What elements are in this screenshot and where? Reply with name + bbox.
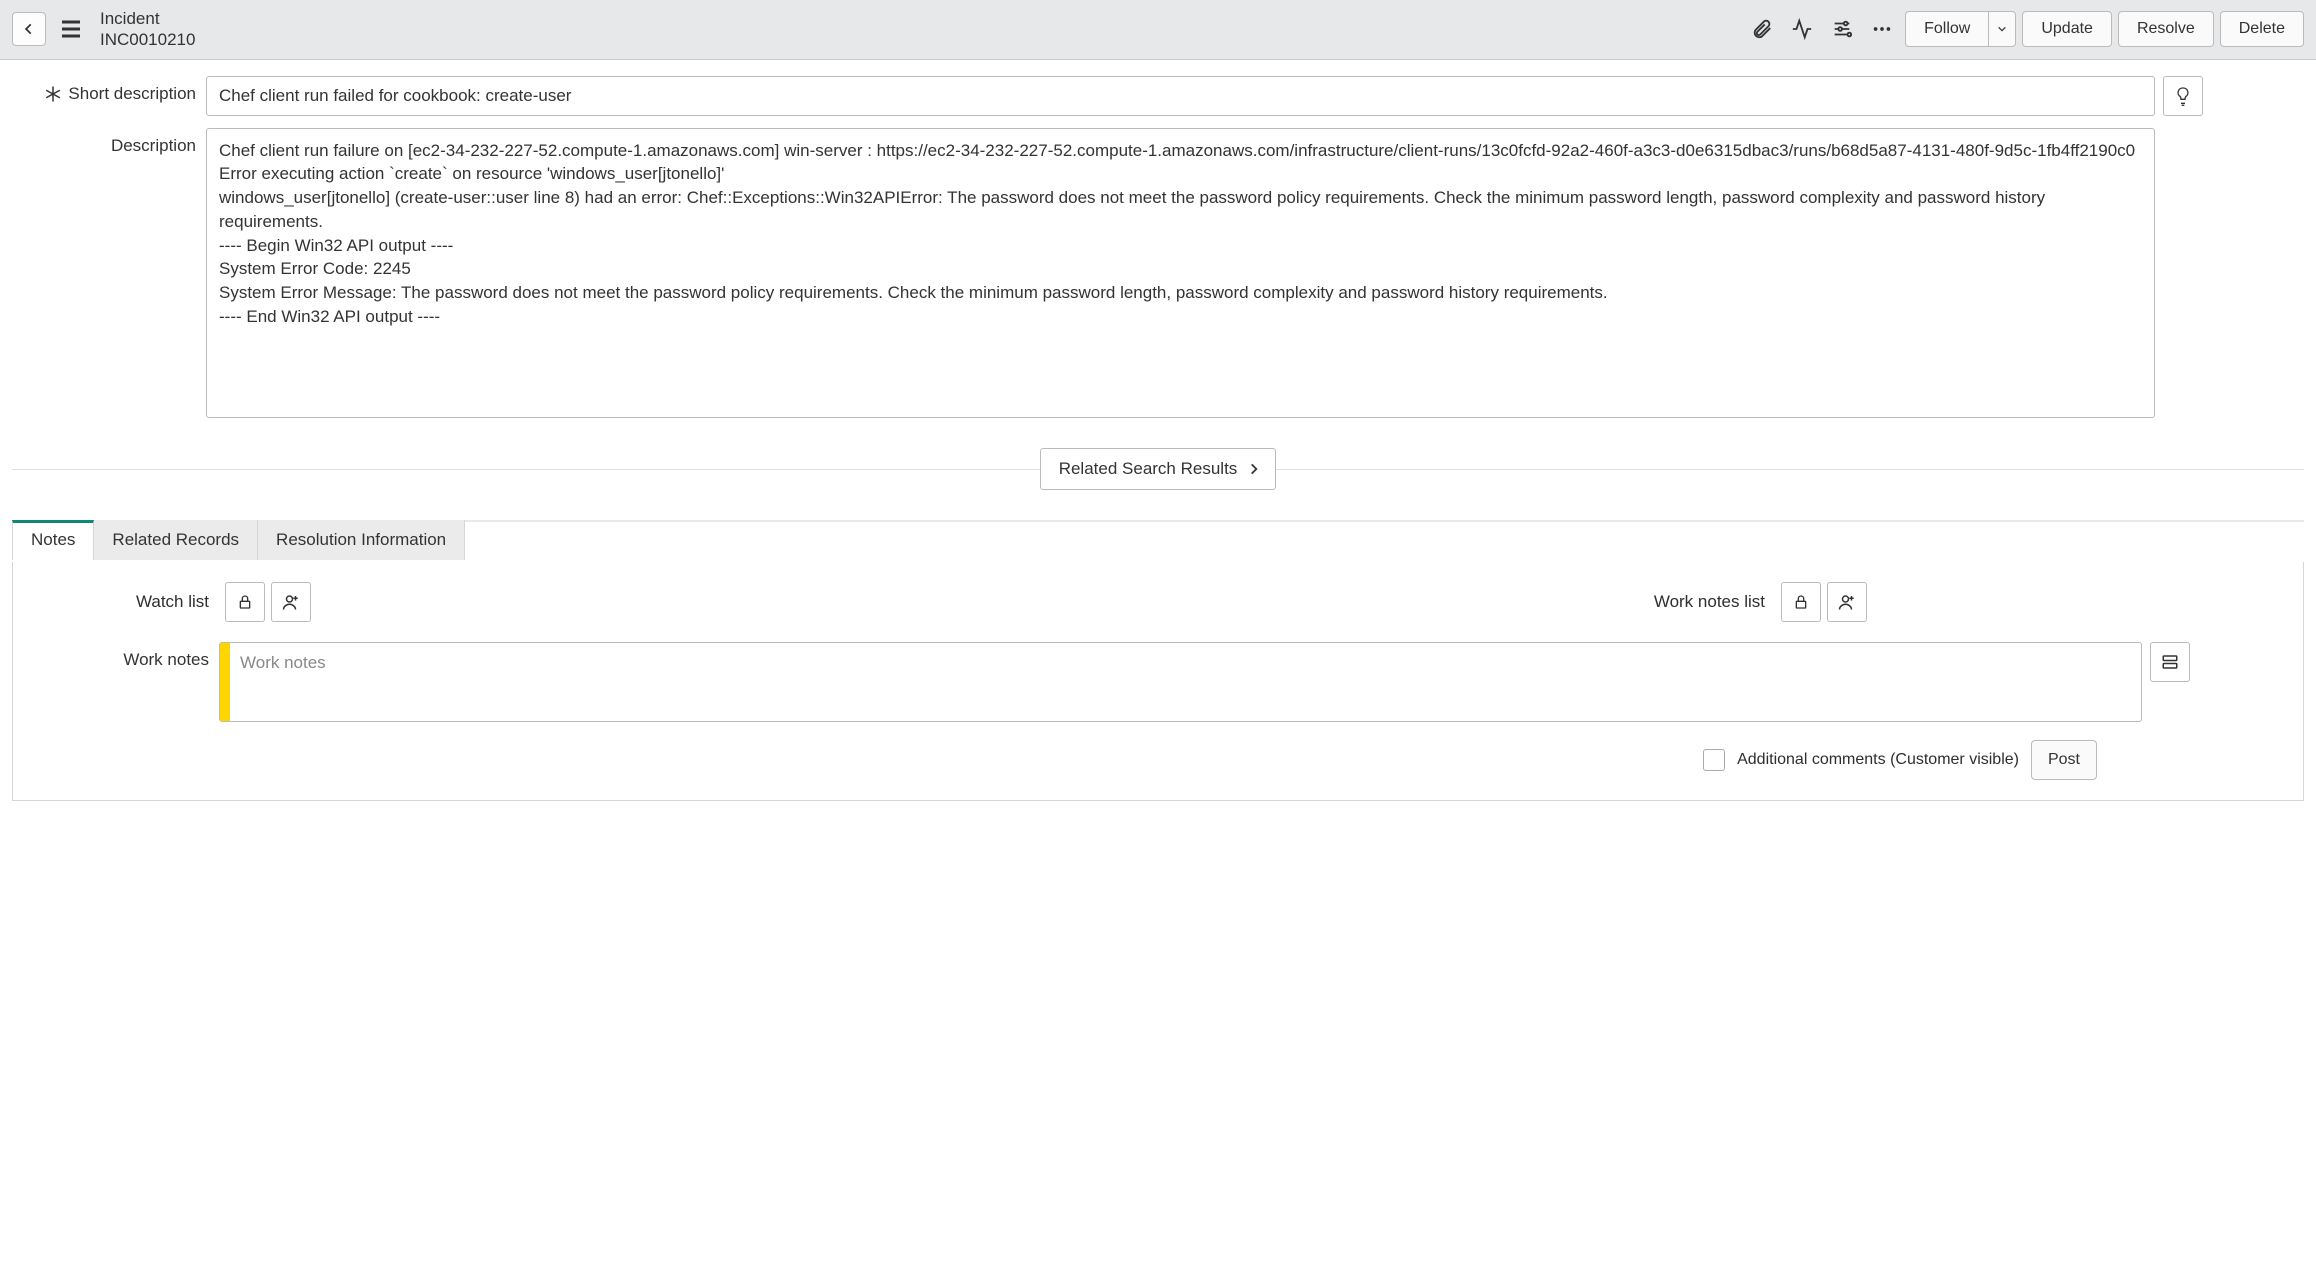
additional-comments-label: Additional comments (Customer visible) [1737, 751, 2019, 769]
chevron-right-icon [1247, 462, 1261, 476]
paperclip-icon [1751, 18, 1773, 40]
watch-list-label: Watch list [19, 592, 219, 612]
short-description-input[interactable] [206, 76, 2155, 116]
back-button[interactable] [12, 12, 46, 46]
watch-list-col: Watch list [19, 582, 1148, 622]
menu-button[interactable] [54, 12, 88, 46]
work-notes-list-label: Work notes list [1168, 592, 1775, 612]
required-icon [44, 85, 62, 103]
tab-resolution-information[interactable]: Resolution Information [258, 520, 465, 560]
add-person-icon [1838, 593, 1856, 611]
more-button[interactable] [1865, 12, 1899, 46]
work-notes-list-lock-button[interactable] [1781, 582, 1821, 622]
hamburger-icon [59, 17, 83, 41]
lock-icon [1793, 594, 1809, 610]
tab-notes[interactable]: Notes [12, 520, 94, 560]
more-horizontal-icon [1871, 18, 1893, 40]
watch-list-lock-button[interactable] [225, 582, 265, 622]
work-notes-toggle-button[interactable] [2150, 642, 2190, 682]
tabs-container: Notes Related Records Resolution Informa… [12, 520, 2304, 801]
chevron-down-icon [1997, 24, 2007, 34]
add-person-icon [282, 593, 300, 611]
rows-icon [2161, 653, 2179, 671]
work-notes-list-col: Work notes list [1168, 582, 2297, 622]
suggestion-button[interactable] [2163, 76, 2203, 116]
form-content: Short description Description Related Se… [0, 60, 2316, 817]
work-notes-label: Work notes [123, 650, 209, 670]
work-notes-indicator [220, 643, 230, 721]
lightbulb-icon [2175, 86, 2191, 106]
update-button[interactable]: Update [2022, 11, 2112, 47]
post-row: Additional comments (Customer visible) P… [19, 740, 2297, 780]
list-row: Watch list Work notes list [19, 582, 2297, 622]
follow-button[interactable]: Follow [1905, 11, 1988, 47]
activity-button[interactable] [1785, 12, 1819, 46]
tab-related-records[interactable]: Related Records [94, 520, 258, 560]
sliders-icon [1831, 18, 1853, 40]
post-button[interactable]: Post [2031, 740, 2097, 780]
tabs: Notes Related Records Resolution Informa… [12, 520, 2304, 560]
work-notes-row: Work notes [19, 642, 2297, 722]
notes-panel: Watch list Work notes list [12, 562, 2304, 801]
description-row: Description [6, 128, 2310, 418]
related-search-label: Related Search Results [1059, 459, 1238, 479]
description-textarea[interactable] [206, 128, 2155, 418]
topbar-actions: Follow Update Resolve Delete [1745, 11, 2304, 47]
attachment-button[interactable] [1745, 12, 1779, 46]
activity-icon [1791, 18, 1813, 40]
settings-button[interactable] [1825, 12, 1859, 46]
record-number: INC0010210 [100, 29, 195, 50]
work-notes-textarea[interactable] [219, 642, 2142, 722]
additional-comments-checkbox[interactable] [1703, 749, 1725, 771]
delete-button[interactable]: Delete [2220, 11, 2304, 47]
work-notes-list-add-me-button[interactable] [1827, 582, 1867, 622]
record-type: Incident [100, 8, 195, 29]
related-search-button[interactable]: Related Search Results [1040, 448, 1277, 490]
topbar: Incident INC0010210 Follow Update Resolv… [0, 0, 2316, 60]
related-search-divider: Related Search Results [6, 448, 2310, 490]
watch-list-add-me-button[interactable] [271, 582, 311, 622]
resolve-button[interactable]: Resolve [2118, 11, 2214, 47]
follow-split-button: Follow [1905, 11, 2016, 47]
short-description-row: Short description [6, 76, 2310, 116]
chevron-left-icon [22, 22, 36, 36]
follow-dropdown-button[interactable] [1988, 11, 2016, 47]
short-description-label: Short description [68, 84, 196, 104]
description-label: Description [111, 136, 196, 156]
lock-icon [237, 594, 253, 610]
record-header: Incident INC0010210 [100, 8, 195, 51]
